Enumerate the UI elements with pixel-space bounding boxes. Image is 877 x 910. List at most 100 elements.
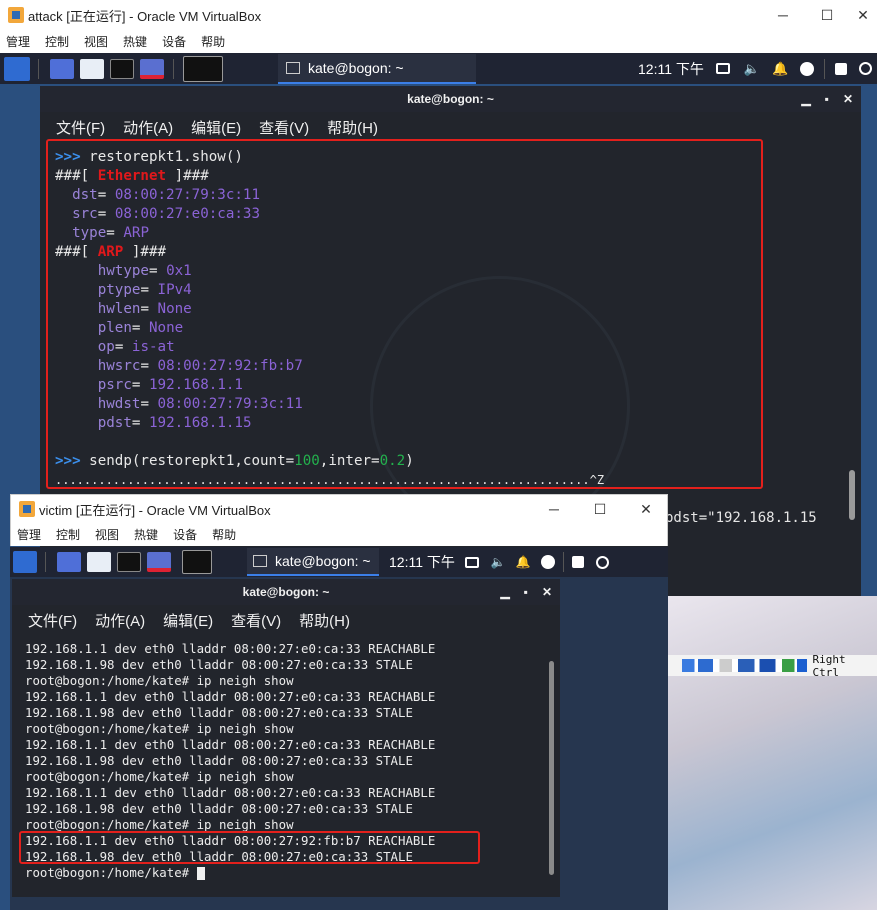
highlight-box-packet (46, 139, 763, 489)
kali-menu-icon[interactable] (4, 56, 30, 81)
menu-help[interactable]: 帮助 (212, 526, 236, 543)
menu-control[interactable]: 控制 (56, 526, 80, 543)
notification-bell-icon[interactable]: 🔔 (516, 555, 531, 569)
term-menu-help[interactable]: 帮助(H) (299, 610, 350, 631)
attack-terminal-titlebar[interactable]: kate@bogon: ~ ▁ ▪ ✕ (40, 86, 861, 112)
terminal-prompt-line: root@bogon:/home/kate# (25, 865, 535, 881)
victim-maximize-button[interactable]: ☐ (577, 495, 623, 523)
terminal-icon[interactable] (110, 58, 134, 79)
screen-recorder-icon[interactable] (140, 58, 164, 79)
attack-terminal-scrollbar[interactable] (849, 470, 855, 520)
kali-menu-icon[interactable] (13, 551, 37, 573)
menu-view[interactable]: 视图 (95, 526, 119, 543)
victim-terminal-scrollbar[interactable] (549, 661, 554, 875)
panel-divider (45, 552, 46, 572)
terminal-close-button[interactable]: ✕ (843, 92, 853, 106)
attack-terminal-title: kate@bogon: ~ (407, 92, 494, 106)
terminal-line: root@bogon:/home/kate# ip neigh show (25, 769, 294, 784)
terminal-icon[interactable] (117, 552, 141, 572)
terminal-line: 192.168.1.1 dev eth0 lladdr 08:00:27:e0:… (25, 737, 436, 752)
menu-view[interactable]: 视图 (84, 33, 108, 50)
menu-control[interactable]: 控制 (45, 33, 69, 50)
victim-terminal-window: kate@bogon: ~ ▁ ▪ ✕ 文件(F) 动作(A) 编辑(E) 查看… (12, 579, 560, 897)
terminal-line: 192.168.1.1 dev eth0 lladdr 08:00:27:e0:… (25, 785, 436, 800)
term-menu-file[interactable]: 文件(F) (28, 610, 77, 631)
volume-icon[interactable]: 🔈 (744, 61, 760, 77)
lock-icon[interactable] (835, 62, 848, 75)
taskbar-terminal-task[interactable]: kate@bogon: ~ (247, 548, 379, 576)
host-desktop-right (668, 596, 877, 910)
attack-close-button[interactable]: ✕ (840, 0, 877, 30)
panel-divider (824, 58, 826, 79)
virtualbox-icon (8, 7, 24, 23)
display-icon[interactable] (464, 556, 479, 568)
taskbar-terminal-task[interactable]: kate@bogon: ~ (278, 53, 476, 84)
volume-icon[interactable]: 🔈 (491, 555, 506, 569)
term-menu-edit[interactable]: 编辑(E) (163, 610, 213, 631)
term-menu-view[interactable]: 查看(V) (231, 610, 281, 631)
menu-help[interactable]: 帮助 (201, 33, 225, 50)
term-menu-view[interactable]: 查看(V) (259, 117, 309, 138)
notification-bell-icon[interactable]: 🔔 (772, 61, 788, 77)
menu-manage[interactable]: 管理 (6, 33, 30, 50)
attack-vm-titlebar[interactable]: attack [正在运行] - Oracle VM VirtualBox (0, 0, 877, 30)
terminal-line: 192.168.1.1 dev eth0 lladdr 08:00:27:e0:… (25, 689, 436, 704)
terminal-prompt: root@bogon:/home/kate# (25, 865, 197, 880)
desktop-icon[interactable] (50, 58, 74, 79)
attack-guest-taskbar: kate@bogon: ~ 12:11 下午 🔈 🔔 (0, 53, 877, 84)
terminal-minimize-button[interactable]: ▁ (801, 92, 810, 106)
panel-divider (173, 58, 174, 79)
workspace-icon[interactable] (182, 550, 212, 574)
power-icon[interactable] (540, 555, 555, 569)
victim-minimize-button[interactable]: ─ (531, 495, 577, 523)
term-menu-file[interactable]: 文件(F) (56, 117, 105, 138)
terminal-maximize-button[interactable]: ▪ (524, 585, 528, 599)
status-icons (682, 659, 807, 672)
logout-icon[interactable] (859, 62, 873, 75)
taskbar-task-label: kate@bogon: ~ (308, 59, 404, 76)
panel-divider (38, 58, 39, 79)
terminal-line: 192.168.1.98 dev eth0 lladdr 08:00:27:e0… (25, 801, 413, 816)
victim-vm-menubar: 管理 控制 视图 热键 设备 帮助 (11, 523, 667, 546)
attack-partial-line: pdst="192.168.1.15 (665, 510, 817, 526)
screen-recorder-icon[interactable] (147, 552, 171, 572)
logout-icon[interactable] (595, 555, 609, 569)
terminal-line: 192.168.1.98 dev eth0 lladdr 08:00:27:e0… (25, 753, 413, 768)
menu-hotkey[interactable]: 热键 (123, 33, 147, 50)
taskbar-task-label: kate@bogon: ~ (275, 553, 371, 569)
menu-manage[interactable]: 管理 (17, 526, 41, 543)
clock[interactable]: 12:11 下午 (638, 59, 704, 79)
workspace-icon[interactable] (183, 55, 223, 82)
power-icon[interactable] (800, 61, 815, 76)
clock[interactable]: 12:11 下午 (389, 552, 455, 572)
terminal-minimize-button[interactable]: ▁ (500, 585, 509, 599)
victim-guest-taskbar: kate@bogon: ~ 12:11 下午 🔈 🔔 (10, 547, 668, 577)
highlight-box-arp-table (19, 831, 480, 864)
terminal-close-button[interactable]: ✕ (542, 585, 552, 599)
victim-vm-title: victim [正在运行] - Oracle VM VirtualBox (39, 502, 271, 518)
terminal-cursor (196, 867, 205, 880)
attack-terminal-menubar: 文件(F) 动作(A) 编辑(E) 查看(V) 帮助(H) (40, 112, 861, 142)
lock-icon[interactable] (571, 556, 584, 568)
menu-hotkey[interactable]: 热键 (134, 526, 158, 543)
desktop-icon[interactable] (57, 552, 81, 572)
host-status-bar: Right Ctrl (668, 652, 877, 679)
file-manager-icon[interactable] (87, 552, 111, 572)
host-key-label: Right Ctrl (812, 652, 846, 679)
attack-minimize-button[interactable]: ─ (760, 0, 806, 30)
terminal-maximize-button[interactable]: ▪ (825, 92, 829, 106)
display-icon[interactable] (715, 63, 730, 74)
victim-terminal-titlebar[interactable]: kate@bogon: ~ ▁ ▪ ✕ (12, 579, 560, 605)
victim-close-button[interactable]: ✕ (623, 495, 669, 523)
term-menu-action[interactable]: 动作(A) (95, 610, 145, 631)
terminal-line: 192.168.1.1 dev eth0 lladdr 08:00:27:e0:… (25, 641, 436, 656)
term-menu-help[interactable]: 帮助(H) (327, 117, 378, 138)
menu-devices[interactable]: 设备 (173, 526, 197, 543)
term-menu-edit[interactable]: 编辑(E) (191, 117, 241, 138)
terminal-line: 192.168.1.98 dev eth0 lladdr 08:00:27:e0… (25, 705, 413, 720)
menu-devices[interactable]: 设备 (162, 33, 186, 50)
attack-vm-menubar: 管理 控制 视图 热键 设备 帮助 (0, 30, 877, 53)
file-manager-icon[interactable] (80, 58, 104, 79)
victim-terminal-title: kate@bogon: ~ (242, 585, 330, 599)
term-menu-action[interactable]: 动作(A) (123, 117, 173, 138)
